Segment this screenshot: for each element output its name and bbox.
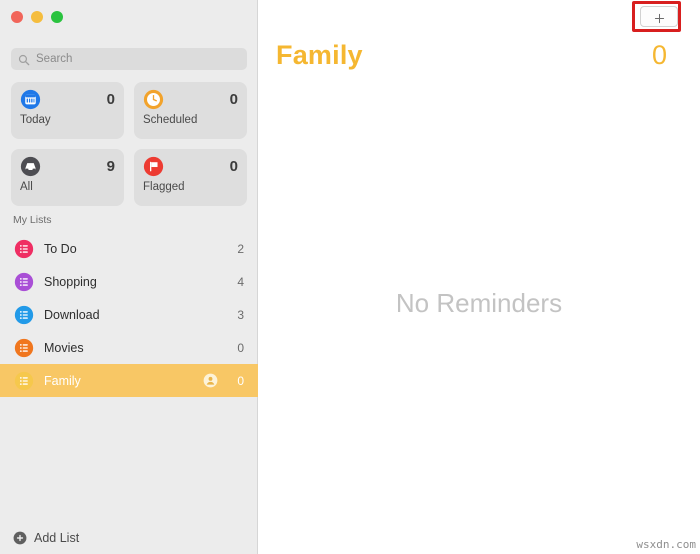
smart-card-all-count: 9 <box>106 158 115 175</box>
close-window-button[interactable] <box>11 11 23 23</box>
list-item-label: Movies <box>44 340 84 355</box>
list-item-label: To Do <box>44 241 77 256</box>
clock-icon <box>143 89 164 110</box>
smart-card-today[interactable]: 0 Today <box>11 82 124 139</box>
smart-card-scheduled-count: 0 <box>229 91 238 108</box>
list-item-family[interactable]: Family 0 <box>0 364 258 397</box>
main-content: Family 0 No Reminders wsxdn.com <box>258 0 700 554</box>
search-icon <box>18 53 30 66</box>
smart-card-flagged-label: Flagged <box>143 181 185 193</box>
smart-card-scheduled-label: Scheduled <box>143 114 198 126</box>
list-icon <box>14 338 34 358</box>
smart-card-all-label: All <box>20 181 33 193</box>
add-reminder-button[interactable] <box>640 6 678 27</box>
plus-icon <box>654 11 665 24</box>
list-icon <box>14 305 34 325</box>
minimize-window-button[interactable] <box>31 11 43 23</box>
list-icon <box>14 272 34 292</box>
smart-card-all-top: 9 <box>20 156 115 177</box>
add-list-label: Add List <box>34 531 80 545</box>
window-controls <box>11 11 63 23</box>
list-item-download[interactable]: Download 3 <box>0 298 258 331</box>
smart-card-today-count: 0 <box>106 91 115 108</box>
page-title: Family <box>276 40 363 70</box>
flag-icon <box>143 156 164 177</box>
list-item-label: Shopping <box>44 274 97 289</box>
inbox-icon <box>20 156 41 177</box>
reminders-window: 0 Today 0 Scheduled <box>0 0 700 554</box>
list-item-count: 4 <box>237 274 244 289</box>
list-item-label: Family <box>44 373 81 388</box>
list-item-movies[interactable]: Movies 0 <box>0 331 258 364</box>
smart-card-scheduled-top: 0 <box>143 89 238 110</box>
smart-card-scheduled[interactable]: 0 Scheduled <box>134 82 247 139</box>
smart-lists-grid: 0 Today 0 Scheduled 9 All 0 Flagged <box>11 82 247 206</box>
list-item-shopping[interactable]: Shopping 4 <box>0 265 258 298</box>
list-item-count: 0 <box>237 340 244 355</box>
search-input[interactable] <box>36 53 240 65</box>
reminder-count: 0 <box>651 40 667 70</box>
list-item-to-do[interactable]: To Do 2 <box>0 232 258 265</box>
smart-card-today-top: 0 <box>20 89 115 110</box>
calendar-icon <box>20 89 41 110</box>
list-icon <box>14 239 34 259</box>
sidebar: 0 Today 0 Scheduled <box>0 0 258 554</box>
list-item-label: Download <box>44 307 100 322</box>
watermark: wsxdn.com <box>636 538 696 551</box>
shared-list-person-icon[interactable] <box>203 373 218 388</box>
smart-card-today-label: Today <box>20 114 51 126</box>
my-lists: To Do 2 Shopping 4 Download 3 Movies 0 F… <box>0 232 258 397</box>
search-field[interactable] <box>11 48 247 70</box>
smart-card-flagged-count: 0 <box>229 158 238 175</box>
list-item-count: 2 <box>237 241 244 256</box>
smart-card-all[interactable]: 9 All <box>11 149 124 206</box>
my-lists-header: My Lists <box>13 214 52 226</box>
list-item-count: 3 <box>237 307 244 322</box>
empty-state-message: No Reminders <box>395 288 563 318</box>
smart-card-flagged-top: 0 <box>143 156 238 177</box>
list-icon <box>14 371 34 391</box>
smart-card-flagged[interactable]: 0 Flagged <box>134 149 247 206</box>
list-item-count: 0 <box>237 373 244 388</box>
maximize-window-button[interactable] <box>51 11 63 23</box>
add-list-button[interactable]: Add List <box>13 531 79 545</box>
plus-circle-icon <box>13 531 27 545</box>
